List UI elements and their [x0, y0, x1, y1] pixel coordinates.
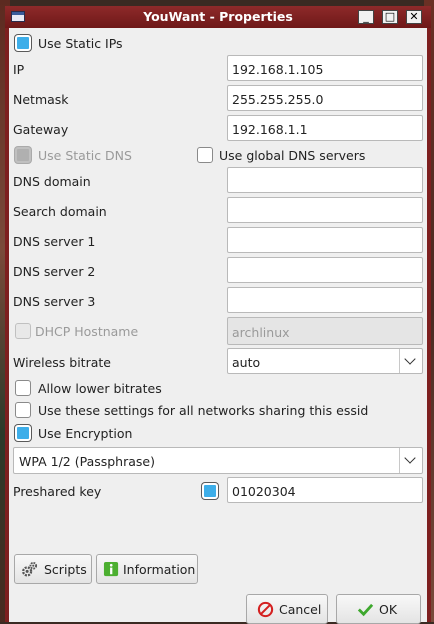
cancel-button[interactable]: Cancel: [246, 594, 328, 624]
use-static-dns-label: Use Static DNS: [38, 148, 132, 163]
allow-lower-bitrates-checkbox[interactable]: [15, 380, 31, 396]
minimize-button[interactable]: _: [358, 10, 374, 24]
gateway-label: Gateway: [13, 122, 69, 137]
use-static-ips-checkbox[interactable]: [15, 35, 31, 51]
dns-server-3-label: DNS server 3: [13, 294, 96, 309]
close-button[interactable]: ✕: [406, 10, 422, 24]
ok-button-label: OK: [379, 602, 398, 617]
information-button[interactable]: Information: [96, 554, 198, 584]
gear-icon: [22, 561, 38, 577]
show-key-checkbox[interactable]: [202, 483, 218, 499]
use-global-dns-label: Use global DNS servers: [219, 148, 366, 163]
cancel-icon: [257, 601, 274, 618]
properties-window: YouWant - Properties _ □ ✕ Use Static IP…: [5, 6, 431, 624]
wireless-bitrate-value: auto: [232, 355, 261, 370]
use-encryption-label: Use Encryption: [38, 426, 133, 441]
scripts-button[interactable]: Scripts: [14, 554, 92, 584]
share-settings-label: Use these settings for all networks shar…: [38, 403, 369, 418]
ip-label: IP: [13, 62, 25, 77]
ok-button[interactable]: OK: [336, 594, 421, 624]
dns-domain-field[interactable]: [227, 167, 423, 193]
netmask-label: Netmask: [13, 92, 69, 107]
encryption-type-value: WPA 1/2 (Passphrase): [19, 454, 155, 469]
wireless-bitrate-select[interactable]: auto: [227, 348, 423, 374]
wireless-bitrate-label: Wireless bitrate: [13, 355, 111, 370]
dhcp-hostname-field[interactable]: archlinux: [227, 317, 423, 345]
preshared-key-field[interactable]: 01020304: [227, 477, 423, 503]
info-icon: [103, 561, 119, 577]
dhcp-hostname-checkbox[interactable]: [15, 323, 31, 339]
use-static-ips-label: Use Static IPs: [38, 36, 123, 51]
use-global-dns-checkbox[interactable]: [197, 147, 213, 163]
dhcp-hostname-label: DHCP Hostname: [35, 324, 139, 339]
maximize-button[interactable]: □: [382, 10, 398, 24]
cancel-button-label: Cancel: [279, 602, 322, 617]
search-domain-label: Search domain: [13, 204, 107, 219]
preshared-key-label: Preshared key: [13, 484, 102, 499]
dns-server-2-label: DNS server 2: [13, 264, 96, 279]
allow-lower-bitrates-label: Allow lower bitrates: [38, 381, 162, 396]
checkmark-icon: [357, 603, 374, 617]
dns-domain-label: DNS domain: [13, 174, 91, 189]
encryption-type-select[interactable]: WPA 1/2 (Passphrase): [13, 447, 423, 474]
use-static-dns-checkbox[interactable]: [15, 147, 31, 163]
scripts-button-label: Scripts: [44, 562, 87, 577]
dns-server-3-field[interactable]: [227, 287, 423, 313]
gateway-field[interactable]: 192.168.1.1: [227, 115, 423, 141]
share-settings-checkbox[interactable]: [15, 402, 31, 418]
netmask-field[interactable]: 255.255.255.0: [227, 85, 423, 111]
ip-field[interactable]: 192.168.1.105: [227, 55, 423, 81]
dns-server-1-field[interactable]: [227, 227, 423, 253]
dns-server-1-label: DNS server 1: [13, 234, 96, 249]
properties-panel: Use Static IPs IP 192.168.1.105 Netmask …: [9, 28, 427, 624]
dns-server-2-field[interactable]: [227, 257, 423, 283]
chevron-down-icon: [399, 448, 422, 473]
chevron-down-icon: [399, 349, 422, 373]
search-domain-field[interactable]: [227, 197, 423, 223]
use-encryption-checkbox[interactable]: [15, 425, 31, 441]
information-button-label: Information: [123, 562, 196, 577]
title-bar[interactable]: YouWant - Properties _ □ ✕: [5, 6, 431, 28]
